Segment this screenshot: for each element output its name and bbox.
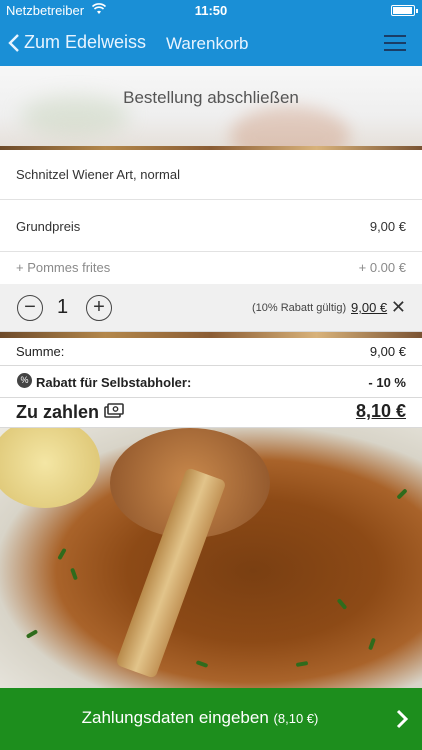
back-label: Zum Edelweiss [24, 32, 147, 52]
extra-row: + Pommes frites + 0.00 € [0, 252, 422, 284]
clock: 11:50 [194, 3, 228, 18]
quantity-value: 1 [57, 296, 69, 318]
sum-value: 9,00 € [369, 344, 406, 359]
line-price[interactable]: 9,00 € [351, 300, 387, 315]
cash-icon [104, 403, 124, 422]
hero-banner: Bestellung abschließen [0, 66, 422, 148]
extra-label: + Pommes frites [16, 260, 111, 275]
extra-price: + 0.00 € [358, 260, 406, 275]
item-name: Schnitzel Wiener Art, normal [16, 167, 181, 182]
cta-label: Zahlungsdaten eingeben [81, 708, 269, 727]
item-name-row: Schnitzel Wiener Art, normal [0, 150, 422, 200]
total-row: Zu zahlen 8,10 € [0, 398, 422, 428]
discount-value: - 10 % [368, 375, 406, 390]
base-price-value: 9,00 € [369, 219, 406, 234]
navigation-bar: Zum Edelweiss Warenkorb [0, 21, 422, 66]
food-photo [0, 428, 422, 688]
chevron-right-icon [395, 708, 409, 735]
plus-icon[interactable]: + [86, 295, 112, 321]
discount-row: % Rabatt für Selbstabholer: - 10 % [0, 366, 422, 398]
quantity-row: − 1 + (10% Rabatt gültig) 9,00 € ✕ [0, 284, 422, 332]
status-bar: Netzbetreiber 11:50 [0, 0, 422, 21]
discount-badge-icon: % [17, 373, 32, 388]
minus-icon[interactable]: − [17, 295, 43, 321]
page-title: Warenkorb [166, 34, 249, 53]
cta-amount: (8,10 €) [273, 711, 319, 726]
hamburger-menu-icon[interactable] [384, 35, 406, 51]
back-button[interactable]: Zum Edelweiss [8, 32, 146, 53]
close-icon[interactable]: ✕ [391, 297, 406, 318]
sum-row: Summe: 9,00 € [0, 338, 422, 366]
discount-note: (10% Rabatt gültig) [252, 302, 347, 314]
battery-icon [391, 5, 418, 16]
payment-details-button[interactable]: Zahlungsdaten eingeben (8,10 €) [0, 688, 422, 750]
discount-label: Rabatt für Selbstabholer: [36, 375, 192, 390]
chevron-left-icon [8, 33, 20, 53]
total-label: Zu zahlen [16, 402, 100, 422]
sum-label: Summe: [16, 344, 65, 359]
total-value: 8,10 € [355, 401, 406, 421]
base-price-label: Grundpreis [16, 219, 81, 234]
base-price-row: Grundpreis 9,00 € [0, 200, 422, 252]
hero-heading: Bestellung abschließen [123, 88, 299, 107]
